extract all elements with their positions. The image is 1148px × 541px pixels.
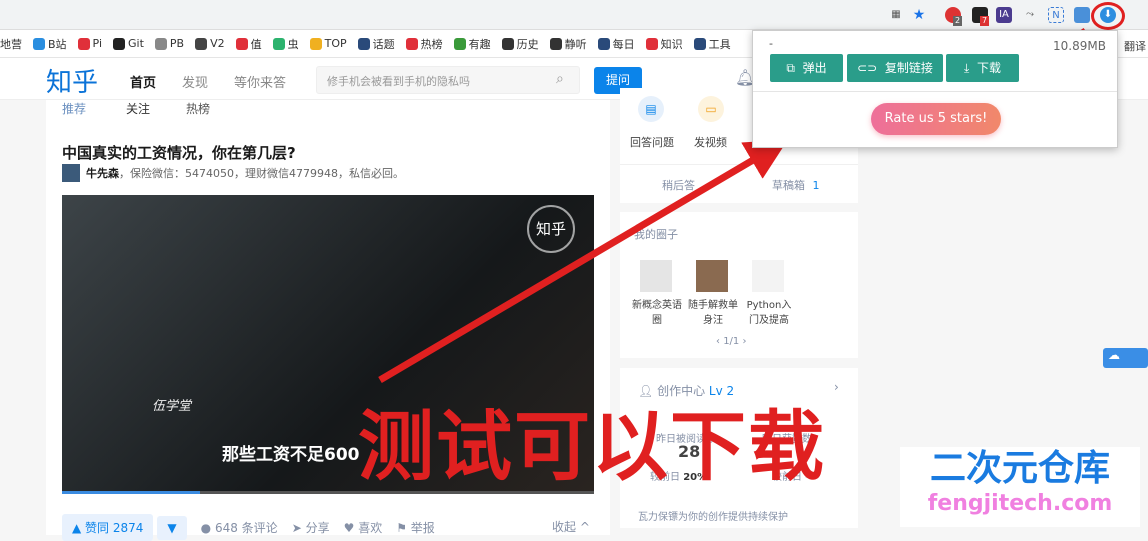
annotation-text: 测试可以下载: [358, 402, 826, 491]
file-size: 10.89MB: [1053, 39, 1106, 53]
arrow-to-popup: [378, 139, 789, 384]
popout-button[interactable]: ⧉ 弹出: [770, 54, 843, 82]
link-icon: ⊂⊃: [857, 61, 878, 75]
download-button[interactable]: ⤓ 下载: [946, 54, 1019, 82]
popup-title: -: [769, 37, 773, 50]
external-link-icon: ⧉: [786, 61, 795, 75]
downloader-popup: - 10.89MB ⧉ 弹出 ⊂⊃ 复制链接 ⤓ 下载 Rate us 5 st…: [752, 30, 1118, 148]
download-icon: ⤓: [964, 61, 970, 75]
copy-link-button[interactable]: ⊂⊃ 复制链接: [847, 54, 943, 82]
rate-button[interactable]: Rate us 5 stars!: [871, 103, 1001, 135]
site-watermark: 二次元仓库 fengjitech.com: [900, 447, 1140, 527]
